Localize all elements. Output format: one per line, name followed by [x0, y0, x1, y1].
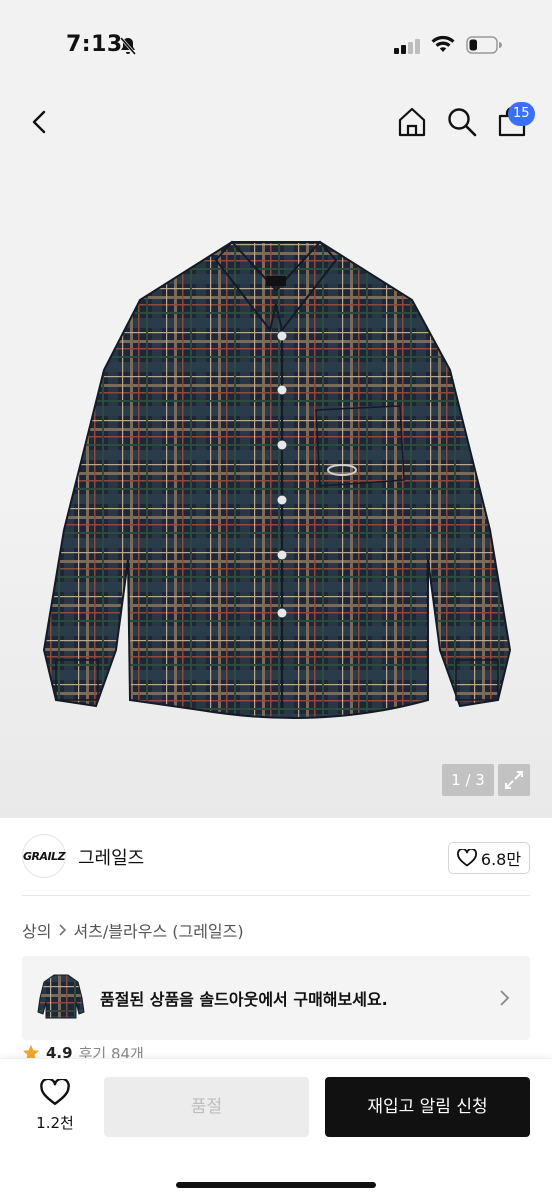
- breadcrumb: 상의 셔츠/블라우스 (그레일즈): [22, 918, 244, 942]
- cart-count-badge: 15: [508, 102, 535, 126]
- product-hero: 7:13 15 1 / 3: [0, 0, 552, 818]
- brand-logo-text: GRAILZ: [22, 849, 66, 863]
- soldout-banner-text: 품절된 상품을 솔드아웃에서 구매해보세요.: [100, 990, 388, 1009]
- product-image[interactable]: [20, 230, 532, 730]
- battery-icon: [466, 36, 502, 54]
- breadcrumb-item-shirts[interactable]: 셔츠/블라우스 (그레일즈): [73, 918, 243, 942]
- divider: [22, 895, 530, 896]
- brand-row[interactable]: GRAILZ 그레일즈 6.8만: [0, 830, 552, 886]
- soldout-banner[interactable]: 품절된 상품을 솔드아웃에서 구매해보세요.: [22, 956, 530, 1040]
- bottom-action-bar: 1.2천 품절 재입고 알림 신청: [0, 1058, 552, 1200]
- signal-icon: [394, 38, 422, 54]
- heart-outline-icon: [40, 1079, 70, 1105]
- home-icon[interactable]: [394, 104, 430, 140]
- brand-like-button[interactable]: 6.8만: [448, 842, 530, 874]
- brand-like-count: 6.8만: [480, 850, 522, 869]
- expand-icon[interactable]: [498, 764, 530, 796]
- status-bar: 7:13: [0, 0, 552, 92]
- restock-alert-button[interactable]: 재입고 알림 신청: [325, 1077, 530, 1137]
- chevron-left-icon[interactable]: [24, 104, 54, 140]
- wishlist-count: 1.2천: [36, 1114, 74, 1132]
- chevron-right-icon: [500, 990, 510, 1006]
- bell-slash-icon: [119, 37, 137, 55]
- wifi-icon: [431, 35, 455, 52]
- chevron-right-icon: [59, 924, 67, 936]
- home-indicator: [176, 1182, 376, 1188]
- breadcrumb-item-top[interactable]: 상의: [22, 918, 51, 942]
- status-time: 7:13: [66, 32, 123, 57]
- soldout-button: 품절: [104, 1077, 309, 1137]
- wishlist-button[interactable]: 1.2천: [24, 1079, 86, 1143]
- search-icon[interactable]: [444, 104, 480, 140]
- brand-logo[interactable]: GRAILZ: [22, 834, 66, 878]
- gallery-pager: 1 / 3: [442, 764, 494, 796]
- brand-name[interactable]: 그레일즈: [78, 844, 144, 870]
- top-nav: [0, 92, 552, 152]
- soldout-thumbnail: [37, 974, 85, 1019]
- heart-outline-icon: [456, 849, 477, 867]
